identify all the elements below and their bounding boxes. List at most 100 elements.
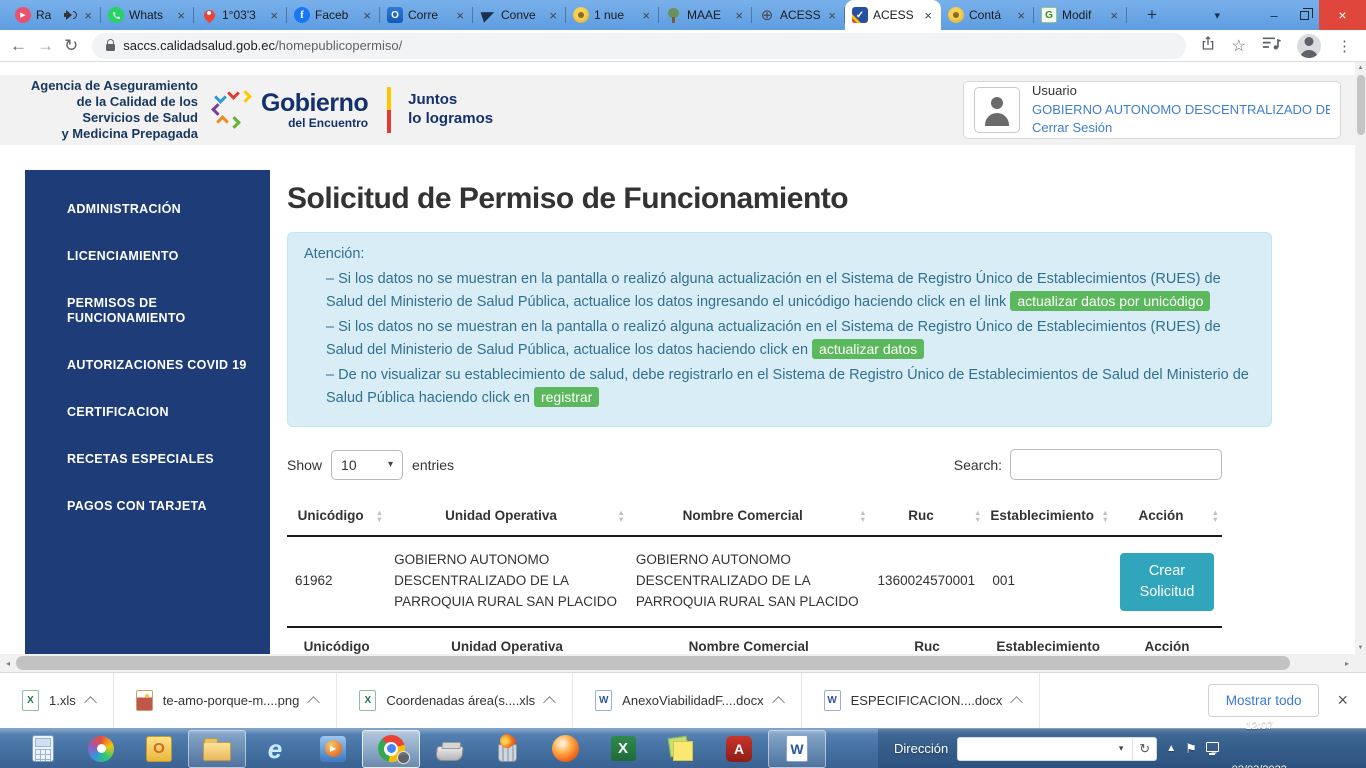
- tab-contabilidad[interactable]: Contá ×: [941, 0, 1034, 30]
- sidebar-item-licenciamiento[interactable]: LICENCIAMIENTO: [25, 233, 270, 280]
- tab-close-icon[interactable]: ×: [733, 8, 745, 23]
- back-button[interactable]: ←: [10, 37, 27, 54]
- network-icon[interactable]: [1206, 742, 1219, 752]
- taskbar-media-player-icon[interactable]: ▶: [304, 730, 362, 768]
- download-item[interactable]: X 1.xls: [0, 673, 114, 728]
- download-item[interactable]: W AnexoViabilidadF....docx: [573, 673, 801, 728]
- user-name-link[interactable]: GOBIERNO AUTONOMO DESCENTRALIZADO DE LA …: [1032, 101, 1330, 120]
- tab-close-icon[interactable]: ×: [547, 8, 559, 23]
- search-input[interactable]: [1010, 449, 1222, 480]
- chevron-up-icon[interactable]: [772, 696, 785, 709]
- tab-close-icon[interactable]: ×: [454, 8, 466, 23]
- lock-icon[interactable]: [106, 44, 115, 51]
- sidebar-item-pagos[interactable]: PAGOS CON TARJETA: [25, 483, 270, 530]
- sidebar-item-administracion[interactable]: ADMINISTRACIÓN: [25, 186, 270, 233]
- tab-whatsapp[interactable]: Whats ×: [101, 0, 194, 30]
- tab-acess-globe[interactable]: ⊕ ACESS ×: [752, 0, 845, 30]
- logout-link[interactable]: Cerrar Sesión: [1032, 119, 1330, 138]
- action-center-flag-icon[interactable]: ⚑: [1185, 741, 1197, 757]
- taskbar-excel-icon[interactable]: X: [594, 730, 652, 768]
- vertical-scrollbar[interactable]: ▲ ▼: [1355, 62, 1366, 654]
- column-header-unidad-operativa[interactable]: Unidad Operativa: [386, 496, 628, 536]
- scroll-down-icon[interactable]: ▼: [1355, 642, 1366, 654]
- scroll-right-icon[interactable]: ▸: [1339, 654, 1355, 672]
- tab-close-icon[interactable]: ×: [175, 8, 187, 23]
- download-item[interactable]: X Coordenadas área(s....xls: [337, 673, 573, 728]
- taskbar-calculator-icon[interactable]: [14, 730, 72, 768]
- tab-gob-ec[interactable]: 1 nue ×: [566, 0, 659, 30]
- create-request-button[interactable]: Crear Solicitud: [1120, 553, 1214, 611]
- tab-converter[interactable]: Conve ×: [473, 0, 566, 30]
- column-header-establecimiento[interactable]: Establecimiento: [984, 496, 1112, 536]
- taskbar-firefox-icon[interactable]: [536, 730, 594, 768]
- tab-maps[interactable]: 1°03'3 ×: [194, 0, 287, 30]
- sidebar-item-certificacion[interactable]: CERTIFICACION: [25, 389, 270, 436]
- vertical-scrollbar-thumb[interactable]: [1357, 75, 1365, 135]
- sidebar-item-autorizaciones-covid[interactable]: AUTORIZACIONES COVID 19: [25, 342, 270, 389]
- tab-close-icon[interactable]: ×: [268, 8, 280, 23]
- chevron-down-icon[interactable]: ▾: [1110, 738, 1132, 760]
- tab-search-chevron-icon[interactable]: ▾: [1214, 0, 1220, 30]
- tab-close-icon[interactable]: ×: [1108, 8, 1120, 23]
- tab-outlook-mail[interactable]: O Corre ×: [380, 0, 473, 30]
- new-tab-button[interactable]: +: [1141, 5, 1163, 25]
- bookmark-star-icon[interactable]: ☆: [1232, 36, 1246, 56]
- tab-gad[interactable]: G Modif ×: [1034, 0, 1127, 30]
- chevron-up-icon[interactable]: [307, 696, 320, 709]
- media-controls-icon[interactable]: [1262, 36, 1281, 56]
- sidebar-item-recetas[interactable]: RECETAS ESPECIALES: [25, 436, 270, 483]
- chevron-up-icon[interactable]: [543, 696, 556, 709]
- tab-close-icon[interactable]: ×: [82, 8, 94, 23]
- tab-maae[interactable]: MAAE ×: [659, 0, 752, 30]
- address-toolbar-combobox[interactable]: ▾ ↻: [957, 737, 1157, 761]
- tab-close-icon[interactable]: ×: [1015, 8, 1027, 23]
- taskbar-chrome-icon[interactable]: [362, 730, 420, 768]
- horizontal-scrollbar[interactable]: ◂ ▸: [0, 654, 1355, 672]
- tray-expand-icon[interactable]: ▲: [1166, 743, 1176, 754]
- profile-avatar[interactable]: [1297, 34, 1321, 58]
- taskbar-burn-bin-icon[interactable]: [478, 730, 536, 768]
- share-icon[interactable]: [1200, 35, 1216, 56]
- update-data-link[interactable]: actualizar datos: [812, 339, 924, 359]
- scroll-up-icon[interactable]: ▲: [1355, 62, 1366, 74]
- tab-close-icon[interactable]: ×: [826, 8, 838, 23]
- tab-close-icon[interactable]: ×: [361, 8, 373, 23]
- tab-close-icon[interactable]: ×: [640, 8, 652, 23]
- taskbar-explorer-icon[interactable]: [188, 730, 246, 768]
- scroll-left-icon[interactable]: ◂: [0, 654, 16, 672]
- tab-acess-active[interactable]: ✓ ACESS ×: [845, 0, 941, 30]
- horizontal-scrollbar-thumb[interactable]: [16, 656, 1290, 670]
- tab-radio[interactable]: ▶ Ra ×: [8, 0, 101, 30]
- refresh-icon[interactable]: ↻: [1132, 738, 1156, 760]
- taskbar-paint-icon[interactable]: [72, 730, 130, 768]
- taskbar-sticky-notes-icon[interactable]: [652, 730, 710, 768]
- register-link[interactable]: registrar: [534, 387, 599, 407]
- tab-close-icon[interactable]: ×: [922, 8, 934, 23]
- address-toolbar-input[interactable]: [958, 738, 1110, 760]
- tab-audio-icon[interactable]: [63, 9, 77, 21]
- column-header-accion[interactable]: Acción: [1112, 496, 1222, 536]
- update-by-unicode-link[interactable]: actualizar datos por unicódigo: [1010, 291, 1210, 311]
- close-downloads-bar-icon[interactable]: ×: [1337, 690, 1348, 711]
- taskbar-scanner-icon[interactable]: [420, 730, 478, 768]
- taskbar-clock[interactable]: 12:07 02/03/2022: [1232, 689, 1287, 768]
- taskbar-acrobat-icon[interactable]: A: [710, 730, 768, 768]
- chevron-up-icon[interactable]: [1010, 696, 1023, 709]
- forward-button[interactable]: →: [37, 37, 54, 54]
- taskbar-internet-explorer-icon[interactable]: e: [246, 730, 304, 768]
- entries-select[interactable]: 10 ▾: [331, 450, 403, 480]
- taskbar-outlook-icon[interactable]: O: [130, 730, 188, 768]
- restore-button[interactable]: [1289, 0, 1319, 30]
- close-window-button[interactable]: ×: [1319, 0, 1366, 30]
- minimize-button[interactable]: –: [1259, 0, 1289, 30]
- column-header-ruc[interactable]: Ruc: [870, 496, 985, 536]
- sidebar-item-permisos[interactable]: PERMISOS DE FUNCIONAMIENTO: [25, 280, 270, 342]
- browser-menu-icon[interactable]: ⋮: [1337, 37, 1352, 55]
- address-bar[interactable]: saccs.calidadsalud.gob.ec/homepublicoper…: [92, 33, 1185, 59]
- download-item[interactable]: te-amo-porque-m....png: [114, 673, 338, 728]
- reload-button[interactable]: ↻: [64, 37, 78, 54]
- taskbar-word-icon[interactable]: W: [768, 730, 826, 768]
- download-item[interactable]: W ESPECIFICACION....docx: [802, 673, 1041, 728]
- chevron-up-icon[interactable]: [84, 696, 97, 709]
- column-header-unicodigo[interactable]: Unicódigo: [287, 496, 386, 536]
